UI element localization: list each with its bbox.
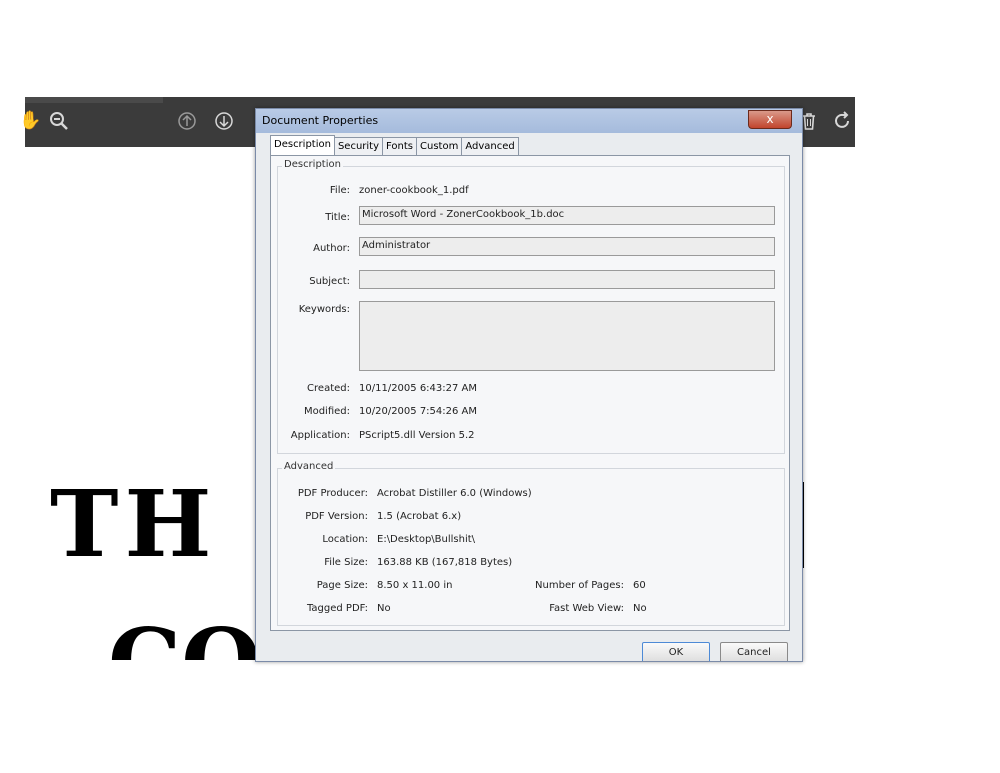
file-label: File: (329, 185, 350, 196)
dialog-titlebar: Document Properties x (256, 109, 802, 133)
keywords-label: Keywords: (298, 304, 350, 315)
file-value: zoner-cookbook_1.pdf (359, 185, 469, 196)
pdf-producer-value: Acrobat Distiller 6.0 (Windows) (377, 488, 532, 499)
title-field[interactable]: Microsoft Word - ZonerCookbook_1b.doc (359, 206, 775, 225)
advanced-group-label: Advanced (282, 461, 336, 472)
zoom-out-icon[interactable] (49, 111, 69, 131)
pdf-producer-label: PDF Producer: (297, 488, 368, 499)
subject-field[interactable] (359, 270, 775, 289)
page-up-icon[interactable] (177, 111, 197, 131)
application-value: PScript5.dll Version 5.2 (359, 430, 475, 441)
author-label: Author: (313, 243, 350, 254)
tab-bar: Description Security Fonts Custom Advanc… (270, 135, 519, 156)
keywords-field[interactable] (359, 301, 775, 371)
modified-label: Modified: (303, 406, 350, 417)
tab-fonts[interactable]: Fonts (382, 137, 418, 155)
location-value: E:\Desktop\Bullshit\ (377, 534, 476, 545)
author-field[interactable]: Administrator (359, 237, 775, 256)
page-size-value: 8.50 x 11.00 in (377, 580, 453, 591)
tagged-pdf-value: No (377, 603, 391, 614)
description-group-label: Description (282, 159, 343, 170)
file-size-label: File Size: (324, 557, 368, 568)
page-down-icon[interactable] (214, 111, 234, 131)
tab-custom[interactable]: Custom (416, 137, 463, 155)
fast-web-view-label: Fast Web View: (549, 603, 624, 614)
tab-description[interactable]: Description (270, 135, 335, 156)
pdf-version-value: 1.5 (Acrobat 6.x) (377, 511, 462, 522)
number-of-pages-label: Number of Pages: (535, 580, 624, 591)
document-heading-text: TH (50, 470, 218, 578)
hand-icon[interactable]: ✋ (19, 111, 41, 131)
application-label: Application: (290, 430, 350, 441)
created-label: Created: (307, 383, 350, 394)
subject-label: Subject: (309, 276, 350, 287)
number-of-pages-value: 60 (633, 580, 646, 591)
created-value: 10/11/2005 6:43:27 AM (359, 383, 478, 394)
document-heading-text-line2: CO (108, 616, 258, 660)
title-label: Title: (325, 212, 350, 223)
description-panel: Description File: zoner-cookbook_1.pdf T… (270, 155, 790, 631)
pdf-version-label: PDF Version: (305, 511, 368, 522)
dialog-title: Document Properties (262, 114, 379, 127)
description-group: Description File: zoner-cookbook_1.pdf T… (277, 159, 785, 454)
tab-security[interactable]: Security (333, 137, 384, 155)
advanced-group: Advanced PDF Producer: Acrobat Distiller… (277, 461, 785, 626)
rotate-icon[interactable] (833, 111, 853, 131)
document-properties-dialog: Document Properties x Description Securi… (255, 108, 803, 662)
toolbar-tab-strip (25, 97, 163, 103)
ok-button[interactable]: OK (642, 642, 710, 661)
tab-advanced[interactable]: Advanced (461, 137, 519, 155)
file-size-value: 163.88 KB (167,818 Bytes) (377, 557, 513, 568)
fast-web-view-value: No (633, 603, 647, 614)
modified-value: 10/20/2005 7:54:26 AM (359, 406, 478, 417)
page-size-label: Page Size: (316, 580, 368, 591)
close-button[interactable]: x (748, 110, 792, 129)
location-label: Location: (322, 534, 368, 545)
tagged-pdf-label: Tagged PDF: (306, 603, 368, 614)
cancel-button[interactable]: Cancel (720, 642, 788, 661)
